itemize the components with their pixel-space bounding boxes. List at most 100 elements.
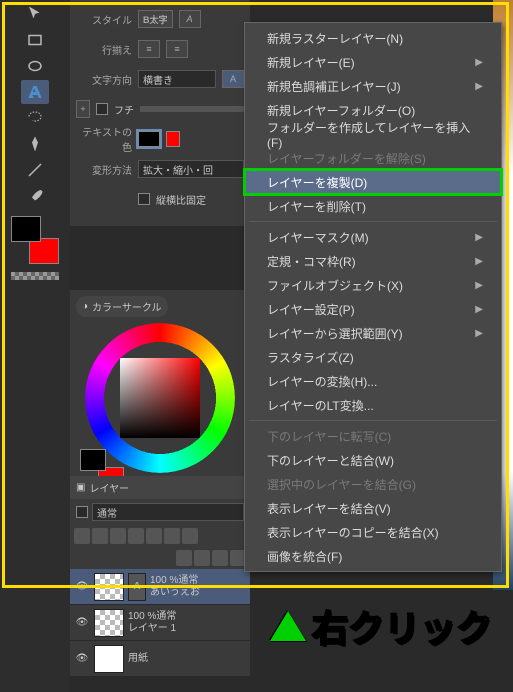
- layer-tool-2[interactable]: [92, 528, 108, 544]
- layer-tool-6[interactable]: [164, 528, 180, 544]
- align-label: 行揃え: [76, 42, 132, 57]
- menu-item-label: 新規ラスターレイヤー(N): [267, 30, 403, 47]
- menu-item-label: レイヤーのLT変換...: [267, 397, 374, 414]
- menu-item[interactable]: フォルダーを作成してレイヤーを挿入(F): [245, 122, 501, 146]
- mini-swatch-fg[interactable]: [80, 449, 106, 471]
- tool-text[interactable]: [21, 80, 49, 104]
- layer-thumbnail: [94, 573, 124, 601]
- menu-item[interactable]: 表示レイヤーのコピーを結合(X): [245, 520, 501, 544]
- menu-item-label: レイヤーを削除(T): [267, 198, 366, 215]
- bold-button[interactable]: B太字: [138, 10, 173, 28]
- menu-item-label: 新規色調補正レイヤー(J): [267, 78, 401, 95]
- layer-toolbar-2: [70, 547, 250, 569]
- menu-item-label: レイヤーフォルダーを解除(S): [267, 150, 426, 167]
- menu-item-label: 下のレイヤーに転写(C): [267, 428, 391, 445]
- menu-item[interactable]: ファイルオブジェクト(X) ▶: [245, 273, 501, 297]
- menu-item-label: レイヤーから選択範囲(Y): [267, 325, 403, 342]
- layer-row[interactable]: 👁100 %通常レイヤー 1: [70, 605, 250, 641]
- blend-dropdown[interactable]: 通常: [92, 503, 244, 521]
- menu-item[interactable]: レイヤーを削除(T): [245, 194, 501, 218]
- layer-tool-4[interactable]: [128, 528, 144, 544]
- submenu-arrow-icon: ▶: [475, 57, 483, 68]
- menu-item[interactable]: レイヤーの変換(H)...: [245, 369, 501, 393]
- color-panel-tab[interactable]: ◑ カラーサークル: [76, 296, 168, 317]
- new-folder-button[interactable]: [194, 550, 210, 566]
- submenu-arrow-icon: ▶: [475, 280, 483, 291]
- sv-box[interactable]: [120, 358, 200, 438]
- menu-item[interactable]: レイヤーマスク(M)▶: [245, 225, 501, 249]
- menu-item[interactable]: レイヤーを複製(D): [245, 170, 501, 194]
- text-properties-panel: スタイル B太字 A 行揃え ≡ ≡ 文字方向 横書き A + フチ テキストの…: [70, 0, 250, 226]
- textcolor-sub[interactable]: [166, 131, 180, 147]
- dir-dropdown[interactable]: 横書き: [138, 70, 216, 88]
- new-layer-button[interactable]: [176, 550, 192, 566]
- menu-item[interactable]: 画像を統合(F): [245, 544, 501, 568]
- tool-lasso[interactable]: [21, 106, 49, 130]
- menu-item[interactable]: レイヤー設定(P)▶: [245, 297, 501, 321]
- layer-action-button[interactable]: [212, 550, 228, 566]
- visibility-icon[interactable]: 👁: [74, 581, 90, 592]
- lockaspect-label: 縦横比固定: [156, 192, 206, 207]
- visibility-icon[interactable]: 👁: [74, 653, 90, 664]
- swatch-fg[interactable]: [11, 216, 41, 242]
- align-left-button[interactable]: ≡: [138, 40, 160, 58]
- menu-item-label: ラスタライズ(Z): [267, 349, 354, 366]
- align-center-button[interactable]: ≡: [166, 40, 188, 58]
- color-tab-label: カラーサークル: [92, 299, 162, 314]
- tool-colors[interactable]: [11, 216, 59, 264]
- dir-option-button[interactable]: A: [222, 70, 244, 88]
- menu-item-label: 画像を統合(F): [267, 548, 342, 565]
- transform-dropdown[interactable]: 拡大・縮小・回: [138, 160, 244, 178]
- menu-item[interactable]: 新規レイヤー(E) ▶: [245, 50, 501, 74]
- menu-item-label: 新規レイヤー(E): [267, 54, 355, 71]
- submenu-arrow-icon: ▶: [475, 304, 483, 315]
- blend-checkbox[interactable]: [76, 506, 88, 518]
- tool-ellipse[interactable]: [21, 54, 49, 78]
- menu-item[interactable]: 表示レイヤーを結合(V): [245, 496, 501, 520]
- menu-item[interactable]: 新規ラスターレイヤー(N): [245, 26, 501, 50]
- menu-item-label: ファイルオブジェクト(X): [267, 277, 403, 294]
- tool-brush[interactable]: [21, 184, 49, 208]
- menu-item[interactable]: 新規色調補正レイヤー(J)▶: [245, 74, 501, 98]
- layer-tool-1[interactable]: [74, 528, 90, 544]
- menu-item[interactable]: 下のレイヤーと結合(W): [245, 448, 501, 472]
- menu-item: レイヤーフォルダーを解除(S): [245, 146, 501, 170]
- menu-separator: [249, 420, 497, 421]
- layer-tool-5[interactable]: [146, 528, 162, 544]
- layer-row[interactable]: 👁用紙: [70, 641, 250, 677]
- frame-slider[interactable]: [140, 106, 244, 112]
- submenu-arrow-icon: ▶: [475, 232, 483, 243]
- textcolor-main[interactable]: [138, 131, 160, 147]
- tool-arrow[interactable]: [21, 2, 49, 26]
- tool-pen[interactable]: [21, 132, 49, 156]
- layers-icon: ▣: [76, 482, 85, 493]
- alpha-strip: [11, 272, 59, 280]
- layer-panel-title: レイヤー: [89, 480, 129, 495]
- italic-button[interactable]: A: [179, 10, 201, 28]
- menu-item[interactable]: レイヤーのLT変換...: [245, 393, 501, 417]
- transform-label: 変形方法: [76, 162, 132, 177]
- color-panel: ◑ カラーサークル: [70, 290, 250, 495]
- submenu-arrow-icon: ▶: [475, 256, 483, 267]
- annotation-text: 右クリック: [312, 600, 492, 652]
- menu-item-label: 表示レイヤーを結合(V): [267, 500, 391, 517]
- toolbar: [0, 0, 70, 692]
- menu-item: 下のレイヤーに転写(C): [245, 424, 501, 448]
- layer-tool-7[interactable]: [182, 528, 198, 544]
- menu-item[interactable]: ラスタライズ(Z): [245, 345, 501, 369]
- layer-tool-3[interactable]: [110, 528, 126, 544]
- layer-panel: ▣ レイヤー 通常 👁A100 %通常あいうえお👁100 %通常レイヤー 1👁用…: [70, 476, 250, 677]
- submenu-arrow-icon: ▶: [475, 328, 483, 339]
- tool-line[interactable]: [21, 158, 49, 182]
- frame-label: フチ: [114, 102, 134, 117]
- lockaspect-checkbox[interactable]: [138, 193, 150, 205]
- menu-item[interactable]: レイヤーから選択範囲(Y) ▶: [245, 321, 501, 345]
- frame-checkbox[interactable]: [96, 103, 108, 115]
- tool-rect[interactable]: [21, 28, 49, 52]
- layer-row[interactable]: 👁A100 %通常あいうえお: [70, 569, 250, 605]
- visibility-icon[interactable]: 👁: [74, 617, 90, 628]
- textcolor-label: テキストの色: [76, 124, 132, 154]
- layer-thumbnail: [94, 645, 124, 673]
- menu-item[interactable]: 定規・コマ枠(R)▶: [245, 249, 501, 273]
- expand-frame-button[interactable]: +: [76, 100, 90, 118]
